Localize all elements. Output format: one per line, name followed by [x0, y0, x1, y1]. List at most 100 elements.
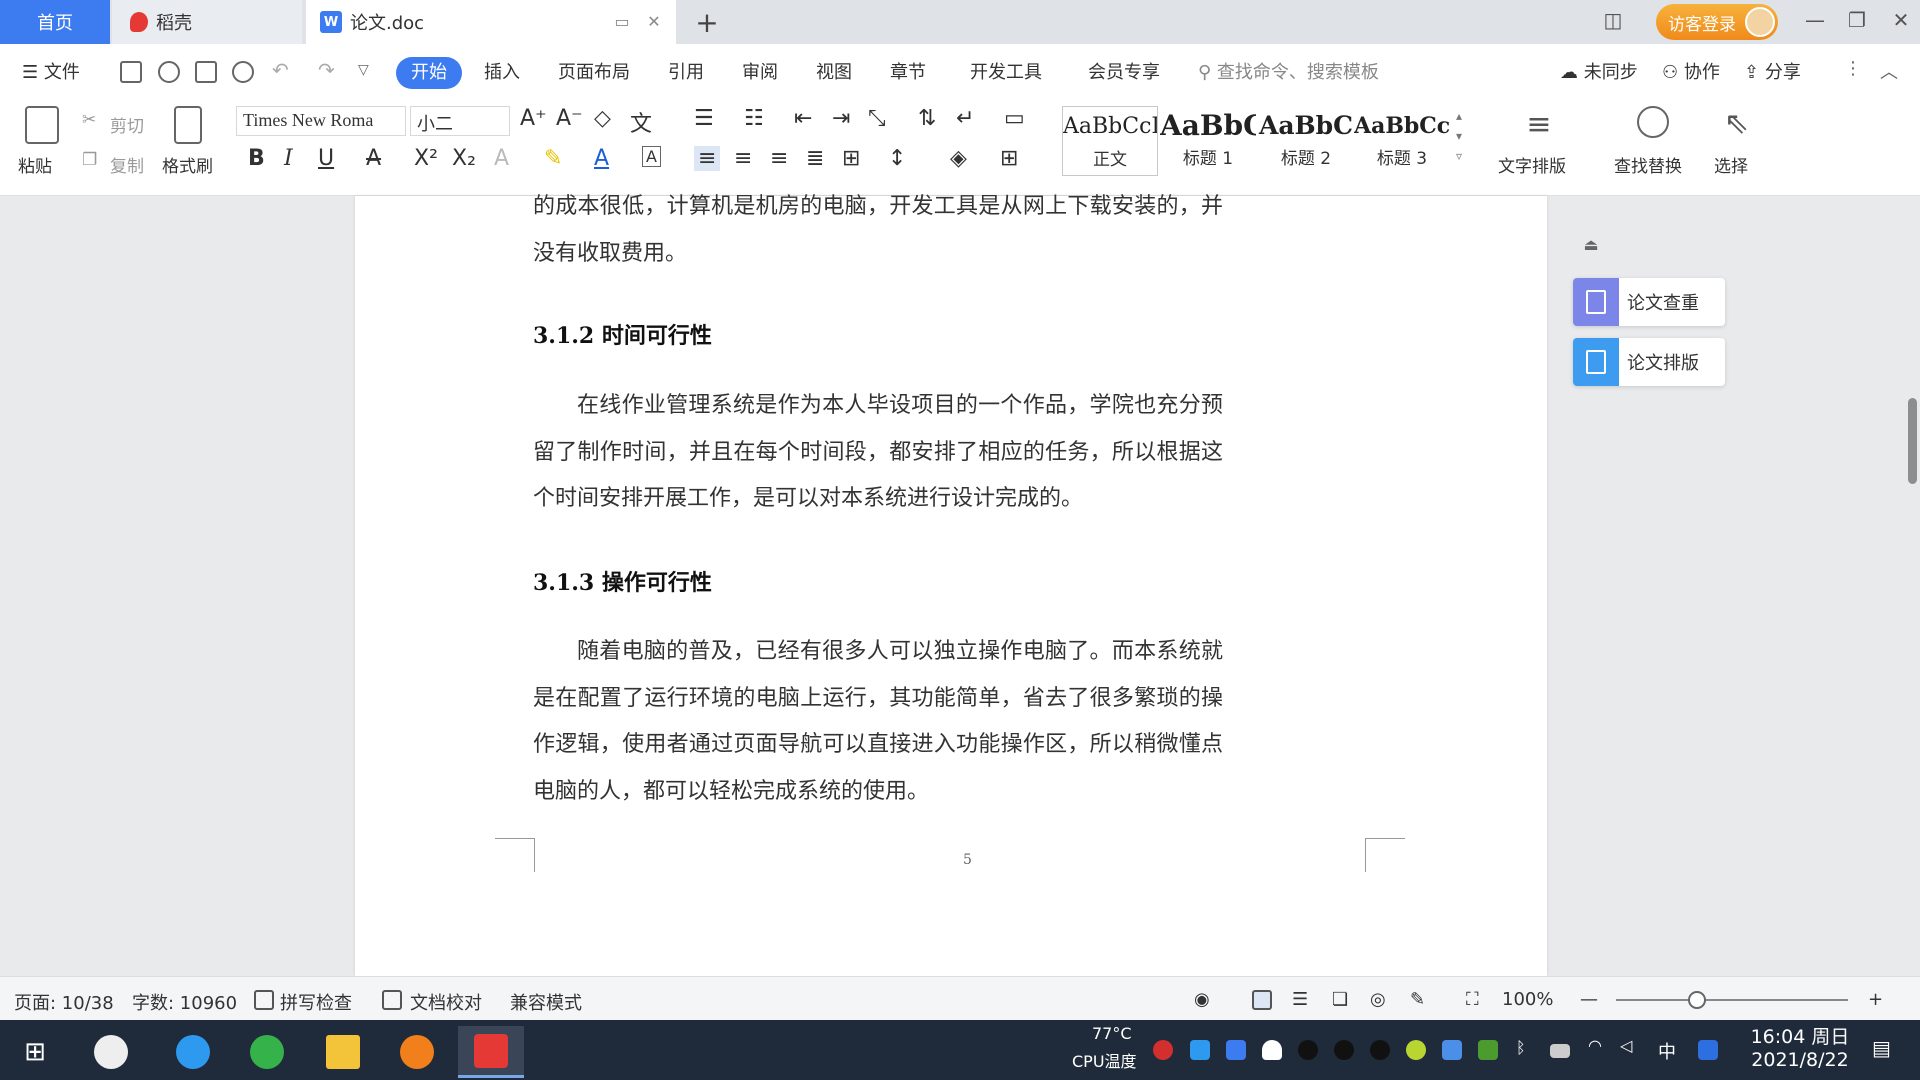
windows-start-button[interactable]: ⊞: [2, 1026, 68, 1078]
menu-tab-view[interactable]: 视图: [816, 58, 852, 84]
print-preview-icon[interactable]: [232, 61, 254, 83]
share-button[interactable]: ⇪ 分享: [1744, 58, 1801, 84]
find-replace-label[interactable]: 查找替换: [1614, 152, 1682, 177]
taskbar-app-wps[interactable]: [458, 1026, 524, 1078]
document-page[interactable]: 的成本很低，计算机是机房的电脑，开发工具是从网上下载安装的，并没有收取费用。 3…: [355, 194, 1547, 976]
export-pdf-icon[interactable]: [158, 61, 180, 83]
shrink-font-icon[interactable]: A⁻: [556, 106, 583, 131]
menu-tab-start[interactable]: 开始: [396, 57, 462, 89]
doc-proof-label[interactable]: 文档校对: [410, 989, 482, 1015]
style-heading-3[interactable]: AaBbCcl 标题 3: [1354, 106, 1450, 176]
eye-protection-icon[interactable]: ◉: [1194, 989, 1210, 1010]
paragraph-operation-feasibility[interactable]: 随着电脑的普及，已经有很多人可以独立操作电脑了。而本系统就是在配置了运行环境的电…: [533, 629, 1223, 816]
outline-view-icon[interactable]: ☰: [1292, 989, 1308, 1010]
taskbar-app-explorer[interactable]: [310, 1026, 376, 1078]
thesis-layout-button[interactable]: 论文排版: [1573, 338, 1725, 386]
tray-bell-icon[interactable]: [1262, 1040, 1282, 1060]
italic-icon[interactable]: I: [284, 146, 293, 171]
strikethrough-icon[interactable]: A: [366, 146, 381, 171]
show-marks-icon[interactable]: ↵: [956, 106, 974, 131]
heading-time-feasibility[interactable]: 3.1.2 时间可行性: [533, 318, 712, 350]
fit-page-icon[interactable]: ⛶: [1466, 989, 1479, 1010]
select-label[interactable]: 选择: [1714, 152, 1748, 177]
menu-tab-references[interactable]: 引用: [668, 58, 704, 84]
cut-icon[interactable]: ✂: [82, 110, 96, 130]
guest-login-button[interactable]: 访客登录: [1656, 4, 1778, 40]
cursor-select-icon[interactable]: ⇖: [1724, 106, 1758, 144]
tray-nvidia-icon[interactable]: [1478, 1040, 1498, 1060]
spell-check-icon[interactable]: [254, 990, 274, 1010]
doc-proof-icon[interactable]: [382, 990, 402, 1010]
tray-sync-icon[interactable]: [1442, 1040, 1462, 1060]
tray-app-icon[interactable]: [1153, 1040, 1173, 1060]
more-options-icon[interactable]: ⋮: [1844, 58, 1862, 79]
tray-qq3-icon[interactable]: [1370, 1040, 1390, 1060]
style-scroll-icon[interactable]: ▴ ▾ ▿: [1456, 106, 1462, 166]
menu-tab-member[interactable]: 会员专享: [1088, 58, 1160, 84]
bluetooth-icon[interactable]: ᛒ: [1516, 1038, 1526, 1057]
borders-icon[interactable]: ⊞: [1000, 146, 1018, 171]
zoom-slider-knob[interactable]: [1688, 991, 1707, 1009]
restore-button[interactable]: ❐: [1842, 8, 1872, 32]
table-tools-icon[interactable]: ▭: [1004, 106, 1025, 131]
font-size-select[interactable]: 小二: [410, 106, 510, 136]
thesis-check-button[interactable]: 论文查重: [1573, 278, 1725, 326]
redo-icon[interactable]: ↷: [318, 58, 335, 82]
underline-icon[interactable]: U: [318, 146, 334, 171]
bullet-list-icon[interactable]: ☰: [694, 106, 714, 131]
grow-font-icon[interactable]: A⁺: [520, 106, 547, 131]
vertical-scrollbar[interactable]: [1906, 196, 1920, 976]
copy-icon[interactable]: ❐: [82, 150, 97, 170]
paragraph-cost[interactable]: 的成本很低，计算机是机房的电脑，开发工具是从网上下载安装的，并没有收取费用。: [533, 184, 1223, 277]
notifications-icon[interactable]: ▤: [1872, 1036, 1891, 1060]
font-name-select[interactable]: Times New Roma: [236, 106, 406, 136]
char-border-icon[interactable]: A: [642, 146, 661, 167]
reading-view-icon[interactable]: ❏: [1332, 989, 1348, 1010]
scrollbar-thumb[interactable]: [1908, 398, 1917, 484]
align-left-icon[interactable]: ≡: [694, 146, 721, 171]
menu-tab-chapter[interactable]: 章节: [890, 58, 926, 84]
wifi-icon[interactable]: ◠: [1588, 1036, 1602, 1055]
writing-mode-icon[interactable]: ✎: [1410, 989, 1425, 1010]
paste-icon[interactable]: [25, 106, 59, 144]
web-view-icon[interactable]: ◎: [1370, 989, 1386, 1010]
copy-label[interactable]: 复制: [110, 152, 144, 177]
save-icon[interactable]: [120, 61, 142, 83]
taskbar-app-ie[interactable]: [160, 1026, 226, 1078]
new-tab-button[interactable]: +: [692, 6, 722, 39]
zoom-select[interactable]: 100%: [1502, 989, 1553, 1010]
taskbar-app-360[interactable]: [234, 1026, 300, 1078]
format-painter-icon[interactable]: [174, 106, 202, 144]
font-color-icon[interactable]: A: [594, 146, 609, 171]
numbered-list-icon[interactable]: ☷: [744, 106, 764, 131]
undo-icon[interactable]: ↶: [272, 58, 289, 82]
minimize-button[interactable]: —: [1800, 8, 1830, 32]
style-normal[interactable]: AaBbCcI 正文: [1062, 106, 1158, 176]
bold-icon[interactable]: B: [248, 146, 265, 171]
close-window-button[interactable]: ✕: [1886, 8, 1916, 32]
menu-tab-review[interactable]: 审阅: [742, 58, 778, 84]
paste-label[interactable]: 粘贴: [18, 152, 52, 177]
subscript-icon[interactable]: X₂: [452, 146, 476, 171]
customize-toolbar-icon[interactable]: ▽: [358, 62, 369, 78]
file-menu[interactable]: ☰ 文件: [22, 58, 80, 84]
tray-ime-icon[interactable]: [1698, 1040, 1718, 1060]
align-right-icon[interactable]: ≡: [770, 146, 788, 171]
collaborate-button[interactable]: ⚇ 协作: [1662, 58, 1720, 84]
heading-operation-feasibility[interactable]: 3.1.3 操作可行性: [533, 565, 712, 597]
text-direction-icon[interactable]: ⤡: [868, 106, 886, 131]
taskbar-app-recorder[interactable]: [384, 1026, 450, 1078]
justify-icon[interactable]: ≣: [806, 146, 824, 171]
text-layout-label[interactable]: 文字排版: [1498, 152, 1566, 177]
page-view-icon[interactable]: [1252, 990, 1272, 1010]
close-tab-icon[interactable]: ✕: [644, 12, 664, 32]
paragraph-time-feasibility[interactable]: 在线作业管理系统是作为本人毕设项目的一个作品，学院也充分预留了制作时间，并且在每…: [533, 383, 1223, 523]
style-heading-2[interactable]: AaBbC 标题 2: [1258, 106, 1354, 176]
increase-indent-icon[interactable]: ⇥: [832, 106, 850, 131]
tab-document[interactable]: W 论文.doc ▭ ✕: [306, 0, 676, 44]
tray-shield-icon[interactable]: [1226, 1040, 1246, 1060]
layout-toggle-icon[interactable]: ◫: [1598, 8, 1628, 32]
word-count[interactable]: 字数: 10960: [132, 989, 237, 1015]
shading-icon[interactable]: ◈: [950, 146, 967, 171]
spell-check-label[interactable]: 拼写检查: [280, 989, 352, 1015]
